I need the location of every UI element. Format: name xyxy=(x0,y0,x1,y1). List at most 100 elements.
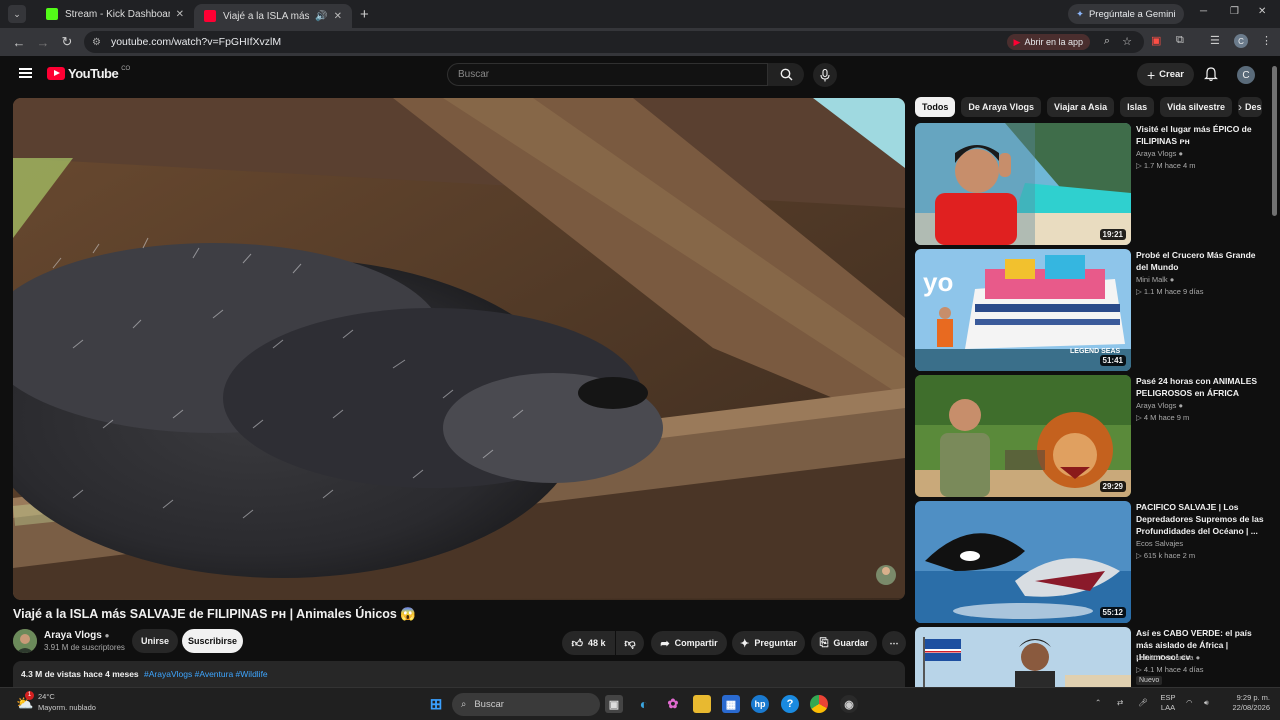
ask-button[interactable]: ✦ Preguntar xyxy=(732,631,805,655)
recommendation-channel[interactable]: Araya Vlogs ● xyxy=(1136,149,1183,158)
chip-islas[interactable]: Islas xyxy=(1120,97,1155,117)
close-window-button[interactable]: ✕ xyxy=(1258,6,1266,17)
weather-widget[interactable]: ⛅ 1 24°C Mayorm. nublado xyxy=(16,691,96,712)
youtube-logo[interactable]: YouTube CO xyxy=(47,66,130,81)
notifications-bell-icon[interactable] xyxy=(1204,67,1218,82)
youtube-icon: ▶ xyxy=(1013,36,1021,47)
recommendation-item[interactable]: yo LEGEND SEAS 51:41 Probé el Crucero Más… xyxy=(915,249,1270,371)
like-button[interactable]: 👍︎ 48 k xyxy=(562,631,615,655)
create-button[interactable]: + Crear xyxy=(1137,63,1194,86)
video-thumbnail[interactable]: 19:21 xyxy=(915,123,1131,245)
search-input[interactable]: Buscar xyxy=(447,63,768,86)
task-view-icon[interactable]: ▣ xyxy=(605,695,623,713)
video-thumbnail[interactable]: yo LEGEND SEAS 51:41 xyxy=(915,249,1131,371)
bookmark-icon: ⎘ xyxy=(819,636,829,649)
hp-icon[interactable]: hp xyxy=(751,695,769,713)
recommendation-channel[interactable]: Mini Malk ● xyxy=(1136,275,1174,284)
reload-icon[interactable]: ↻ xyxy=(55,34,79,50)
store-icon[interactable]: ▦ xyxy=(722,695,740,713)
recommendation-item[interactable]: 55:12 PACIFICO SALVAJE | Los Depredadore… xyxy=(915,501,1270,623)
tab-title: Stream - Kick Dashboard xyxy=(65,8,170,20)
site-info-icon[interactable]: ⚙ xyxy=(92,37,101,48)
voice-search-button[interactable] xyxy=(813,63,837,87)
dislike-button[interactable]: 👎︎ xyxy=(616,631,644,655)
search-button[interactable] xyxy=(768,63,804,86)
tab-kick[interactable]: Stream - Kick Dashboard ✕ xyxy=(36,0,194,28)
hashtags[interactable]: #ArayaVlogs #Aventura #Wildlife xyxy=(144,669,268,679)
windows-start-icon[interactable]: ⊞ xyxy=(427,695,445,713)
recommendation-item[interactable]: 29:29 Pasé 24 horas con ANIMALES PELIGRO… xyxy=(915,375,1270,497)
recommendation-title[interactable]: Pasé 24 horas con ANIMALES PELIGROSOS en… xyxy=(1136,375,1264,399)
extensions-puzzle-icon[interactable]: ⧉ xyxy=(1176,34,1184,47)
channel-name[interactable]: Araya Vlogs ● xyxy=(44,630,109,641)
recommendation-channel[interactable]: Ecos Salvajes xyxy=(1136,539,1183,548)
back-icon[interactable]: ← xyxy=(7,35,31,50)
recommendation-item[interactable]: Así es CABO VERDE: el país más aislado d… xyxy=(915,627,1270,687)
save-button[interactable]: ⎘ Guardar xyxy=(811,631,877,655)
profile-avatar[interactable]: C xyxy=(1234,34,1248,48)
volume-icon[interactable]: 🔊︎ xyxy=(1204,698,1209,708)
recommendation-title[interactable]: Probé el Crucero Más Grande del Mundo xyxy=(1136,249,1264,273)
zoom-icon[interactable]: ⌕ xyxy=(1104,35,1110,48)
tab-search-icon[interactable]: ⌄ xyxy=(8,5,26,23)
speaker-icon[interactable]: 🔊 xyxy=(315,11,327,22)
sparkle-icon: ✦ xyxy=(740,637,750,650)
microphone-icon[interactable]: 🎤︎ xyxy=(1138,698,1148,708)
address-bar[interactable]: ⚙ youtube.com/watch?v=FpGHIfXvzlM ▶ Abri… xyxy=(84,31,1144,53)
wifi-icon[interactable]: ◠ xyxy=(1186,698,1193,708)
video-player[interactable] xyxy=(13,98,905,600)
video-thumbnail[interactable]: 29:29 xyxy=(915,375,1131,497)
search-icon: ⌕ xyxy=(461,699,467,710)
channel-avatar[interactable] xyxy=(13,629,37,653)
edge-icon[interactable]: ◐ xyxy=(635,695,653,713)
file-explorer-icon[interactable] xyxy=(693,695,711,713)
recommendation-title[interactable]: PACIFICO SALVAJE | Los Depredadores Supr… xyxy=(1136,501,1264,537)
network-icon[interactable]: ⇄ xyxy=(1117,698,1123,708)
account-avatar[interactable]: C xyxy=(1237,66,1255,84)
taskbar-search[interactable]: ⌕ Buscar xyxy=(452,693,600,716)
more-actions-button[interactable]: ⋯ xyxy=(882,631,906,655)
chrome-menu-icon[interactable]: ⋮ xyxy=(1261,34,1272,47)
forward-icon[interactable]: → xyxy=(31,35,55,50)
clock-time: 9:29 p. m. xyxy=(1236,693,1270,702)
join-button[interactable]: Unirse xyxy=(132,629,178,653)
page-scrollbar[interactable] xyxy=(1272,66,1277,216)
subscribe-button[interactable]: Suscribirse xyxy=(182,629,243,653)
minimize-button[interactable]: ─ xyxy=(1200,6,1207,17)
chip-channel[interactable]: De Araya Vlogs xyxy=(961,97,1042,117)
maximize-button[interactable]: ❐ xyxy=(1230,6,1239,17)
tab-youtube[interactable]: Viajé a la ISLA más SALVAJE 🔊 ✕ xyxy=(194,4,352,28)
chrome-icon[interactable] xyxy=(810,695,828,713)
save-label: Guardar xyxy=(833,638,869,648)
close-tab-icon[interactable]: ✕ xyxy=(176,9,184,20)
recommendation-channel[interactable]: Luisito Comunica ● xyxy=(1136,653,1200,662)
video-thumbnail[interactable] xyxy=(915,627,1131,687)
help-icon[interactable]: ? xyxy=(781,695,799,713)
chip-asia[interactable]: Viajar a Asia xyxy=(1047,97,1115,117)
chip-wildlife[interactable]: Vida silvestre xyxy=(1160,97,1232,117)
chevron-right-icon[interactable]: › xyxy=(1238,100,1242,114)
app-icon[interactable]: ◉ xyxy=(840,695,858,713)
recommendation-channel[interactable]: Araya Vlogs ● xyxy=(1136,401,1183,410)
share-button[interactable]: ➦ Compartir xyxy=(651,631,727,655)
new-tab-button[interactable]: + xyxy=(360,6,369,23)
video-title: Viajé a la ISLA más SALVAJE de FILIPINAS… xyxy=(13,607,416,621)
close-tab-icon[interactable]: ✕ xyxy=(334,11,342,22)
video-thumbnail[interactable]: 55:12 xyxy=(915,501,1131,623)
tray-overflow-icon[interactable]: ⌃ xyxy=(1095,698,1101,708)
extension-icon[interactable]: ▣ xyxy=(1151,34,1161,47)
language-indicator[interactable]: ESP LAA xyxy=(1158,693,1178,713)
windows-taskbar: ⛅ 1 24°C Mayorm. nublado ⊞ ⌕ Buscar ▣ ◐ … xyxy=(0,687,1280,720)
recommendation-title[interactable]: Visité el lugar más ÉPICO de FILIPINAS ᴘ… xyxy=(1136,123,1264,147)
recommendation-item[interactable]: 19:21 Visité el lugar más ÉPICO de FILIP… xyxy=(915,123,1270,245)
clock[interactable]: 9:29 p. m. 22/08/2026 xyxy=(1222,693,1270,713)
menu-icon[interactable] xyxy=(19,68,32,78)
gemini-button[interactable]: ✦ Pregúntale a Gemini xyxy=(1068,4,1184,24)
copilot-icon[interactable]: ✿ xyxy=(664,695,682,713)
verified-icon: ● xyxy=(1178,149,1184,158)
bookmark-star-icon[interactable]: ☆ xyxy=(1122,35,1132,48)
reading-list-icon[interactable]: ☰ xyxy=(1210,34,1220,47)
open-in-app-button[interactable]: ▶ Abrir en la app xyxy=(1006,34,1090,50)
chip-todos[interactable]: Todos xyxy=(915,97,956,117)
alert-badge: 1 xyxy=(25,691,34,700)
